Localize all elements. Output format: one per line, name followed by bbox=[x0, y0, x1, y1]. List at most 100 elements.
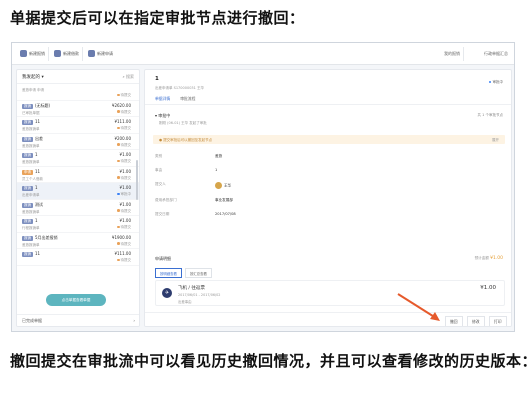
type-badge: 报销 bbox=[22, 120, 33, 125]
list-item[interactable]: 报销 5月出差报销 差旅报销单 ¥1900.00 待提交 bbox=[17, 233, 139, 249]
item-title: 1 bbox=[35, 218, 38, 223]
item-status: 待提交 bbox=[117, 176, 132, 181]
completed-documents-link[interactable]: 已完成单据 › bbox=[17, 314, 139, 326]
summary-link[interactable]: 行政单据汇总 bbox=[484, 51, 508, 57]
item-status: 待提交 bbox=[117, 209, 132, 214]
item-amount: ¥1.00 bbox=[119, 218, 131, 223]
request-icon bbox=[88, 50, 95, 57]
item-status: 待提交 bbox=[117, 225, 132, 230]
flow-node-count[interactable]: 共 1 个审批节点 bbox=[478, 113, 503, 118]
search-button[interactable]: ⌕ 搜索 bbox=[122, 74, 134, 80]
list-item[interactable]: 报销 11 ¥111.00 待提交 bbox=[17, 249, 139, 266]
document-detail-panel: 1 出差申请单 S170000031 王华 审批中 单据详情 审批流程 ▾ 审批… bbox=[144, 69, 512, 327]
type-badge: 报销 bbox=[22, 186, 33, 191]
item-title: 测试 bbox=[35, 201, 43, 207]
document-list-panel: 我发起的 ▾ ⌕ 搜索 差旅申请 申请 待提交 报销 (无标题) 已审批单据 ¥2620.… bbox=[16, 69, 140, 327]
field-reason: 事由 1 bbox=[155, 168, 218, 172]
item-status: 待提交 bbox=[117, 110, 132, 115]
item-title: (无标题) bbox=[35, 102, 51, 108]
top-toolbar: 新建报销 新建借款 新建申请 我的报销 行政单据汇总 bbox=[12, 43, 514, 65]
view-by-detail-button[interactable]: 按明细查看 bbox=[155, 268, 182, 278]
item-amount: ¥111.00 bbox=[114, 119, 131, 124]
item-amount: ¥2620.00 bbox=[111, 102, 131, 108]
my-expenses-link[interactable]: 我的报销 bbox=[444, 51, 460, 57]
action-bar: 撤回 修改 打印 bbox=[145, 312, 511, 326]
item-status: 待提交 bbox=[117, 159, 132, 164]
item-amount: ¥1.00 bbox=[480, 285, 496, 291]
list-scrollbar[interactable] bbox=[136, 160, 138, 200]
modify-button[interactable]: 修改 bbox=[467, 316, 485, 326]
item-name: 飞机 / 往返票 bbox=[178, 286, 205, 291]
type-badge: 申请 bbox=[22, 169, 33, 175]
print-button[interactable]: 打印 bbox=[489, 316, 507, 326]
loan-icon bbox=[54, 50, 61, 57]
app-screenshot: 新建报销 新建借款 新建申请 我的报销 行政单据汇总 我发起的 ▾ ⌕ 搜索 差… bbox=[11, 42, 515, 332]
chevron-right-icon: › bbox=[133, 318, 135, 323]
tip-bubble: 点击单据查看单据 bbox=[46, 294, 106, 306]
document-title: 1 bbox=[155, 76, 159, 82]
item-amount: ¥1.00 bbox=[119, 201, 131, 207]
chevron-down-icon: ▾ bbox=[41, 75, 44, 80]
item-amount: ¥1900.00 bbox=[111, 234, 131, 240]
list-item[interactable]: 报销 (无标题) 已审批单据 ¥2620.00 待提交 bbox=[17, 101, 139, 117]
item-amount: ¥1.00 bbox=[119, 152, 131, 157]
item-title: 1 bbox=[35, 152, 38, 157]
item-amount: ¥111.00 bbox=[114, 251, 131, 256]
flow-subtitle: 刚刚 (06-01) 王华 发起了审批 bbox=[159, 121, 207, 125]
item-status: 待提交 bbox=[117, 143, 132, 148]
new-loan-button[interactable]: 新建借款 bbox=[54, 50, 79, 57]
item-title: 1 bbox=[35, 185, 38, 190]
type-badge: 报销 bbox=[22, 252, 33, 257]
item-status: 审批中 bbox=[117, 192, 132, 197]
field-category: 类别 差旅 bbox=[155, 154, 223, 158]
list-item[interactable]: 报销 1 差旅报销单 ¥1.00 待提交 bbox=[17, 150, 139, 167]
expand-link[interactable]: 展开 bbox=[492, 138, 499, 143]
field-department: 费用承担部门 事业发展部 bbox=[155, 198, 233, 202]
bottom-heading: 撤回提交在审批流中可以看见历史撤回情况，并且可以查看修改的历史版本： bbox=[10, 352, 527, 370]
item-status: 待提交 bbox=[117, 93, 132, 98]
expense-item[interactable]: ✈ 飞机 / 往返票 2017/06/01 - 2017/06/02 出差事由 … bbox=[155, 280, 505, 306]
estimated-amount: 预计金额 ¥1.00 bbox=[474, 256, 503, 261]
search-icon: ⌕ bbox=[122, 74, 125, 79]
item-title: 5月出差报销 bbox=[35, 234, 58, 240]
list-filter[interactable]: 我发起的 bbox=[22, 75, 40, 80]
document-list: 差旅申请 申请 待提交 报销 (无标题) 已审批单据 ¥2620.00 待提交 报销 11 差旅报… bbox=[17, 84, 139, 266]
item-amount: ¥1.00 bbox=[119, 168, 131, 174]
list-item[interactable]: 差旅申请 申请 待提交 bbox=[17, 84, 139, 101]
type-badge: 报销 bbox=[22, 202, 33, 208]
item-amount: ¥200.00 bbox=[114, 135, 131, 141]
type-badge: 报销 bbox=[22, 136, 33, 142]
list-item[interactable]: 报销 1 出差申请单 ¥1.00 审批中 bbox=[17, 183, 139, 200]
list-item[interactable]: 报销 测试 差旅报销单 ¥1.00 待提交 bbox=[17, 200, 139, 216]
top-heading: 单据提交后可以在指定审批节点进行撤回： bbox=[10, 9, 305, 27]
list-item[interactable]: 报销 出差 差旅报销单 ¥200.00 待提交 bbox=[17, 134, 139, 150]
flow-title[interactable]: ▾ 审批中 bbox=[155, 113, 170, 119]
item-status: 待提交 bbox=[117, 126, 132, 131]
view-by-summary-button[interactable]: 按汇总查看 bbox=[184, 268, 212, 278]
type-badge: 报销 bbox=[22, 235, 33, 241]
plane-icon: ✈ bbox=[162, 288, 172, 298]
recall-button[interactable]: 撤回 bbox=[445, 316, 463, 326]
new-request-button[interactable]: 新建申请 bbox=[88, 50, 113, 57]
field-submitter: 提交人 王华 bbox=[155, 182, 232, 189]
detail-view-toggle: 按明细查看 按汇总查看 bbox=[155, 268, 212, 278]
list-item[interactable]: 申请 11 员工个人借款 ¥1.00 待提交 bbox=[17, 167, 139, 183]
item-title: 出差 bbox=[35, 135, 43, 141]
recall-notice: ● 提交审批后可以撤回至发起节点 展开 bbox=[153, 135, 505, 144]
document-meta: 出差申请单 S170000031 王华 bbox=[155, 86, 204, 90]
item-status: 待提交 bbox=[117, 258, 132, 263]
detail-section-title: 申请明细 bbox=[155, 256, 171, 261]
avatar bbox=[215, 182, 222, 189]
list-item[interactable]: 报销 1 行程报销单 ¥1.00 待提交 bbox=[17, 216, 139, 233]
type-badge: 报销 bbox=[22, 219, 33, 224]
item-title: 11 bbox=[35, 251, 41, 256]
item-title: 11 bbox=[35, 119, 41, 124]
field-submit-date: 提交日期 2017/07/08 bbox=[155, 212, 236, 216]
type-badge: 报销 bbox=[22, 153, 33, 158]
list-header: 我发起的 ▾ ⌕ 搜索 bbox=[17, 70, 139, 84]
new-expense-button[interactable]: 新建报销 bbox=[20, 50, 45, 57]
item-status: 待提交 bbox=[117, 242, 132, 247]
expense-icon bbox=[20, 50, 27, 57]
status-badge: 审批中 bbox=[489, 80, 504, 85]
list-item[interactable]: 报销 11 差旅报销单 ¥111.00 待提交 bbox=[17, 117, 139, 134]
